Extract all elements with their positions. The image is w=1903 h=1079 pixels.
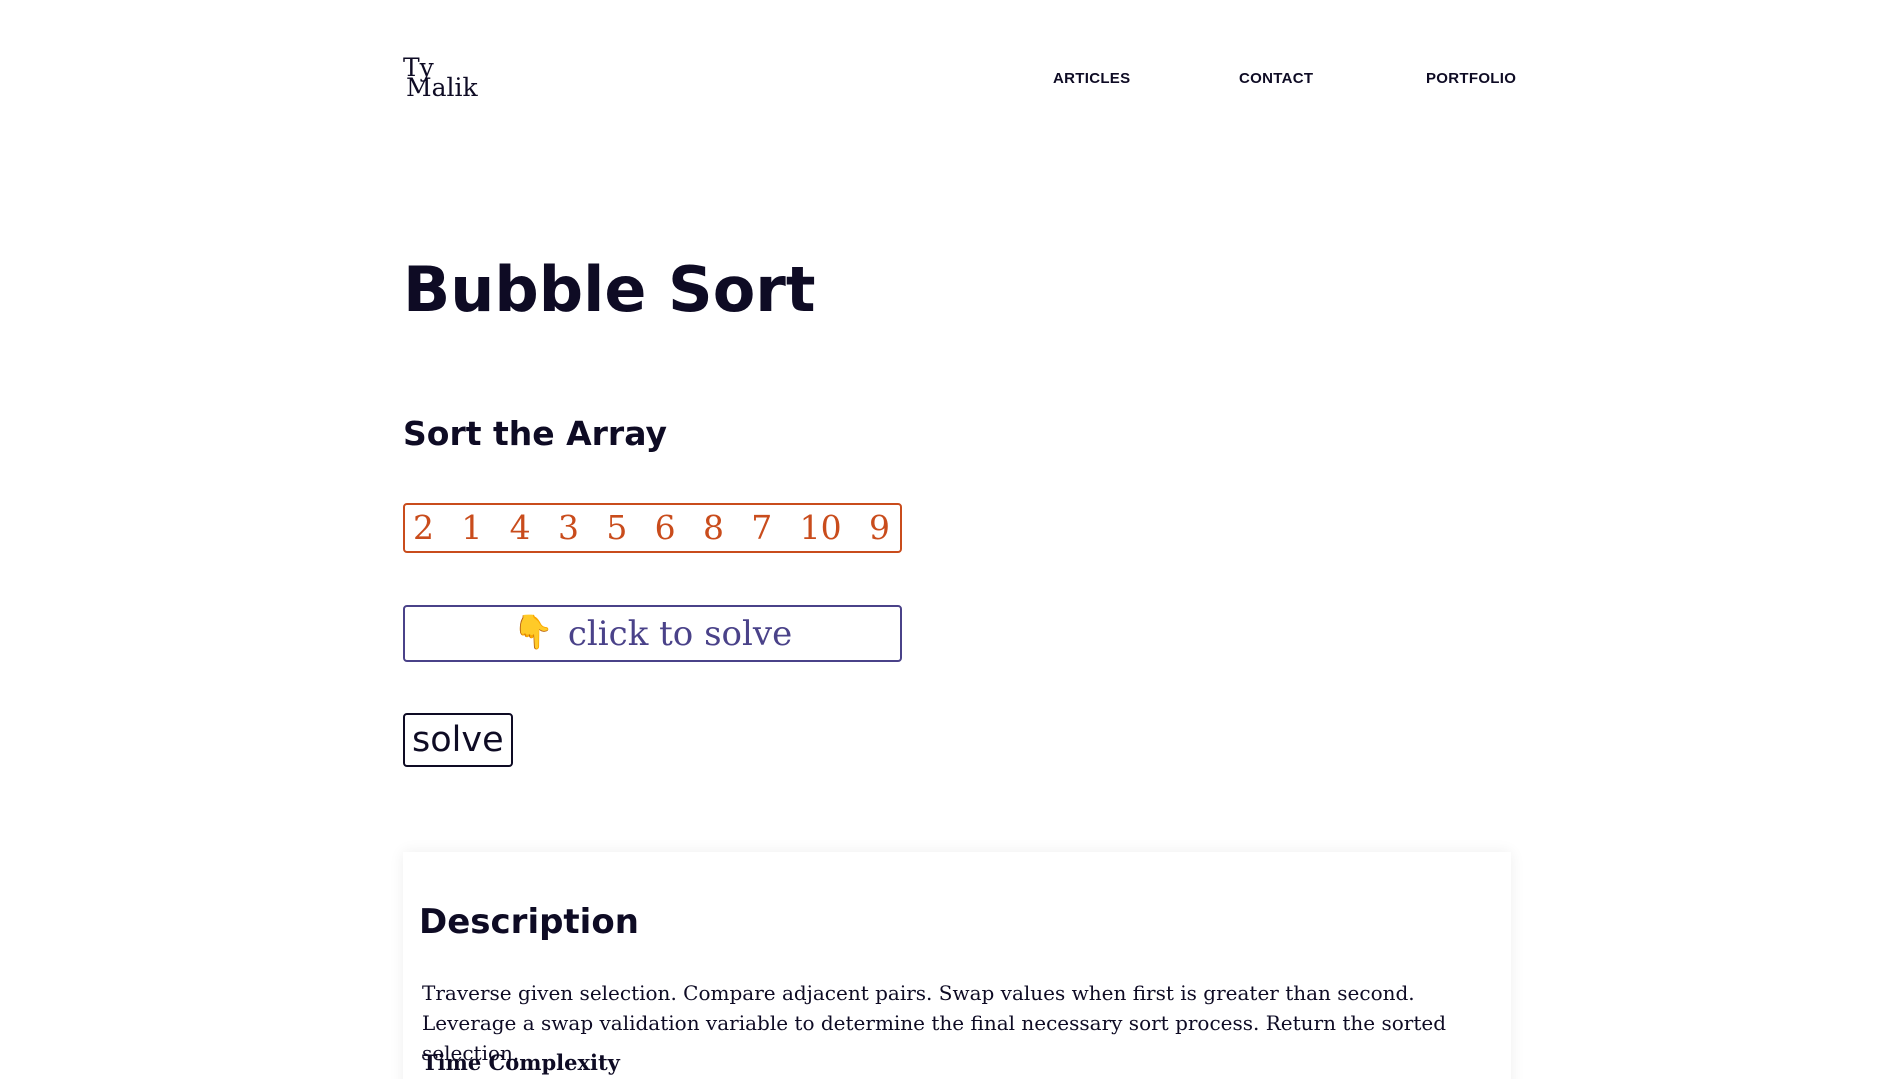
array-item: 10 — [799, 508, 842, 547]
array-item: 7 — [751, 508, 773, 547]
nav-link-contact[interactable]: CONTACT — [1239, 70, 1313, 87]
array-item: 2 — [413, 508, 434, 547]
nav-link-portfolio[interactable]: PORTFOLIO — [1426, 70, 1516, 87]
logo-last-name: Malik — [406, 73, 478, 102]
pointing-down-hand-icon: 👇 — [512, 615, 554, 651]
site-header: Ty Malik ARTICLES CONTACT PORTFOLIO — [403, 52, 1516, 112]
array-display: 2 1 4 3 5 6 8 7 10 9 — [403, 503, 902, 553]
time-complexity-title: Time Complexity — [422, 1050, 620, 1075]
description-card: Description Traverse given selection. Co… — [403, 852, 1511, 1079]
nav-link-articles[interactable]: ARTICLES — [1053, 70, 1130, 87]
page-title: Bubble Sort — [403, 253, 816, 326]
hint-text: click to solve — [567, 613, 793, 654]
array-item: 9 — [868, 508, 890, 547]
array-item: 1 — [461, 508, 483, 547]
array-item: 8 — [702, 508, 724, 547]
site-logo[interactable]: Ty Malik — [403, 55, 478, 102]
array-item: 5 — [606, 508, 628, 547]
solve-button[interactable]: solve — [403, 713, 513, 767]
click-to-solve-hint[interactable]: 👇 click to solve — [403, 605, 902, 662]
array-item: 6 — [654, 508, 676, 547]
array-item: 3 — [557, 508, 579, 547]
description-title: Description — [419, 902, 639, 942]
array-item: 4 — [509, 508, 531, 547]
section-title: Sort the Array — [403, 414, 667, 453]
